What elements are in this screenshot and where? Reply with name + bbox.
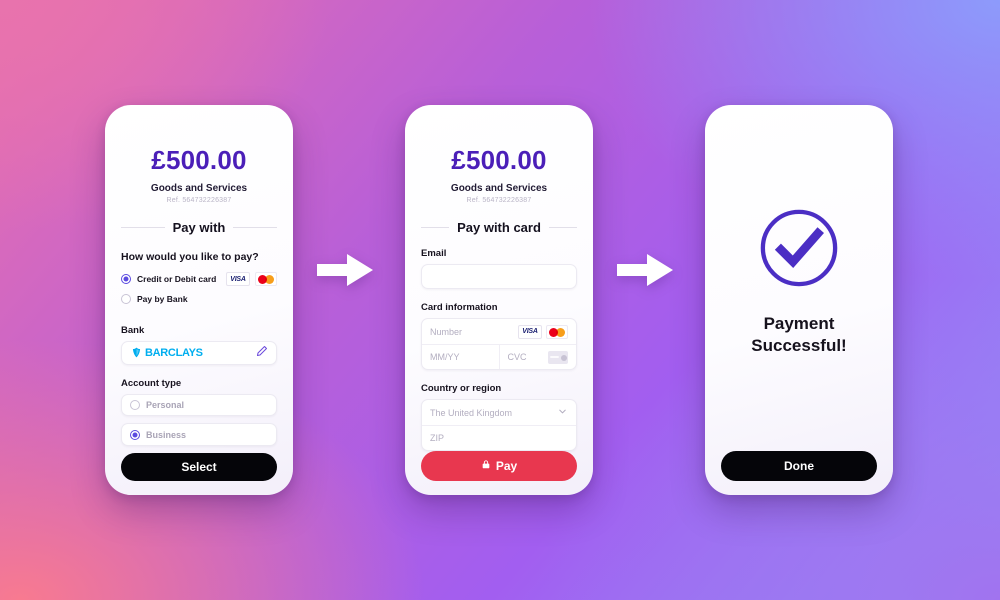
country-zip-group: The United Kingdom ZIP <box>421 399 577 451</box>
card-brand-marks: VISA <box>226 272 277 286</box>
pay-button-label: Pay <box>495 459 518 473</box>
expiry-placeholder: MM/YY <box>430 352 460 362</box>
zip-field[interactable]: ZIP <box>422 425 576 450</box>
mastercard-icon <box>546 324 568 339</box>
success-message-line-1: Payment <box>763 314 835 334</box>
payment-question-label: How would you like to pay? <box>121 251 259 263</box>
email-field[interactable] <box>421 264 577 289</box>
select-button[interactable]: Select <box>121 452 277 481</box>
phone-screen-pay-with-card: £500.00 Goods and Services Ref. 56473222… <box>405 105 593 495</box>
bank-selector[interactable]: BARCLAYS <box>121 341 277 365</box>
barclays-logo: BARCLAYS <box>130 346 203 359</box>
card-back-icon <box>548 350 568 364</box>
radio-business[interactable] <box>130 429 140 440</box>
card-number-placeholder: Number <box>430 326 463 337</box>
phone-screen-payment-success: Payment Successful! Done <box>705 105 893 495</box>
account-type-option-label: Business <box>146 429 187 440</box>
radio-credit-card[interactable] <box>121 274 131 284</box>
divider-line-left <box>121 227 165 228</box>
divider-line-left <box>421 227 450 228</box>
email-label: Email <box>421 248 447 259</box>
done-button[interactable]: Done <box>721 451 877 481</box>
phone-screen-pay-with: £500.00 Goods and Services Ref. 56473222… <box>105 105 293 495</box>
cvc-field[interactable]: CVC <box>498 344 577 369</box>
arrow-right-icon-1 <box>315 250 377 290</box>
account-type-option-label: Personal <box>146 399 185 410</box>
payment-option-label: Pay by Bank <box>137 294 188 304</box>
success-content: Payment Successful! <box>721 111 877 451</box>
country-label: Country or region <box>421 383 502 394</box>
payment-option-label: Credit or Debit card <box>137 274 217 284</box>
amount-display: £500.00 <box>451 145 547 175</box>
payment-option-credit-card[interactable]: Credit or Debit card VISA <box>121 272 277 286</box>
lock-icon <box>481 459 491 473</box>
select-button-label: Select <box>181 459 217 474</box>
check-circle-icon <box>760 209 838 287</box>
zip-placeholder: ZIP <box>430 433 445 443</box>
done-button-label: Done <box>784 459 814 473</box>
visa-icon: VISA <box>518 324 542 339</box>
section-header-pay-with: Pay with <box>121 220 277 235</box>
payment-flow-stage: £500.00 Goods and Services Ref. 56473222… <box>0 0 1000 600</box>
card-information-group: Number VISA MM/YY CVC <box>421 318 577 370</box>
pay-button[interactable]: Pay <box>421 451 577 481</box>
pencil-icon[interactable] <box>256 344 268 362</box>
radio-pay-by-bank[interactable] <box>121 294 131 304</box>
amount-display: £500.00 <box>151 145 247 175</box>
barclays-eagle-icon <box>132 347 141 358</box>
section-title: Pay with <box>172 220 226 235</box>
country-select[interactable]: The United Kingdom <box>422 400 576 425</box>
card-information-label: Card information <box>421 302 498 313</box>
section-title: Pay with card <box>457 220 541 235</box>
merchant-label: Goods and Services <box>150 183 248 194</box>
chevron-down-icon[interactable] <box>557 404 568 422</box>
country-value: The United Kingdom <box>430 407 513 418</box>
payment-option-pay-by-bank[interactable]: Pay by Bank <box>121 294 277 304</box>
account-type-label: Account type <box>121 377 182 389</box>
section-header-pay-with-card: Pay with card <box>421 220 577 235</box>
reference-number: Ref. 564732226387 <box>466 197 532 204</box>
account-type-business[interactable]: Business <box>121 423 277 446</box>
success-message-line-2: Successful! <box>751 336 847 355</box>
arrow-right-icon-2 <box>615 250 677 290</box>
bank-name: BARCLAYS <box>145 346 203 359</box>
bank-label: Bank <box>121 325 145 336</box>
divider-line-right <box>233 227 277 228</box>
success-message: Payment Successful! <box>751 313 846 357</box>
radio-personal[interactable] <box>130 399 140 410</box>
cvc-placeholder: CVC <box>507 352 527 362</box>
visa-icon: VISA <box>226 272 250 286</box>
expiry-field[interactable]: MM/YY <box>422 345 499 370</box>
merchant-label: Goods and Services <box>450 183 548 194</box>
card-brand-marks: VISA <box>518 324 568 339</box>
card-number-field[interactable]: Number VISA <box>422 319 576 344</box>
divider-line-right <box>548 227 577 228</box>
expiry-cvc-row: MM/YY CVC <box>422 344 576 369</box>
mastercard-icon <box>255 272 277 286</box>
account-type-personal[interactable]: Personal <box>121 393 277 417</box>
reference-number: Ref. 564732226387 <box>166 197 232 204</box>
